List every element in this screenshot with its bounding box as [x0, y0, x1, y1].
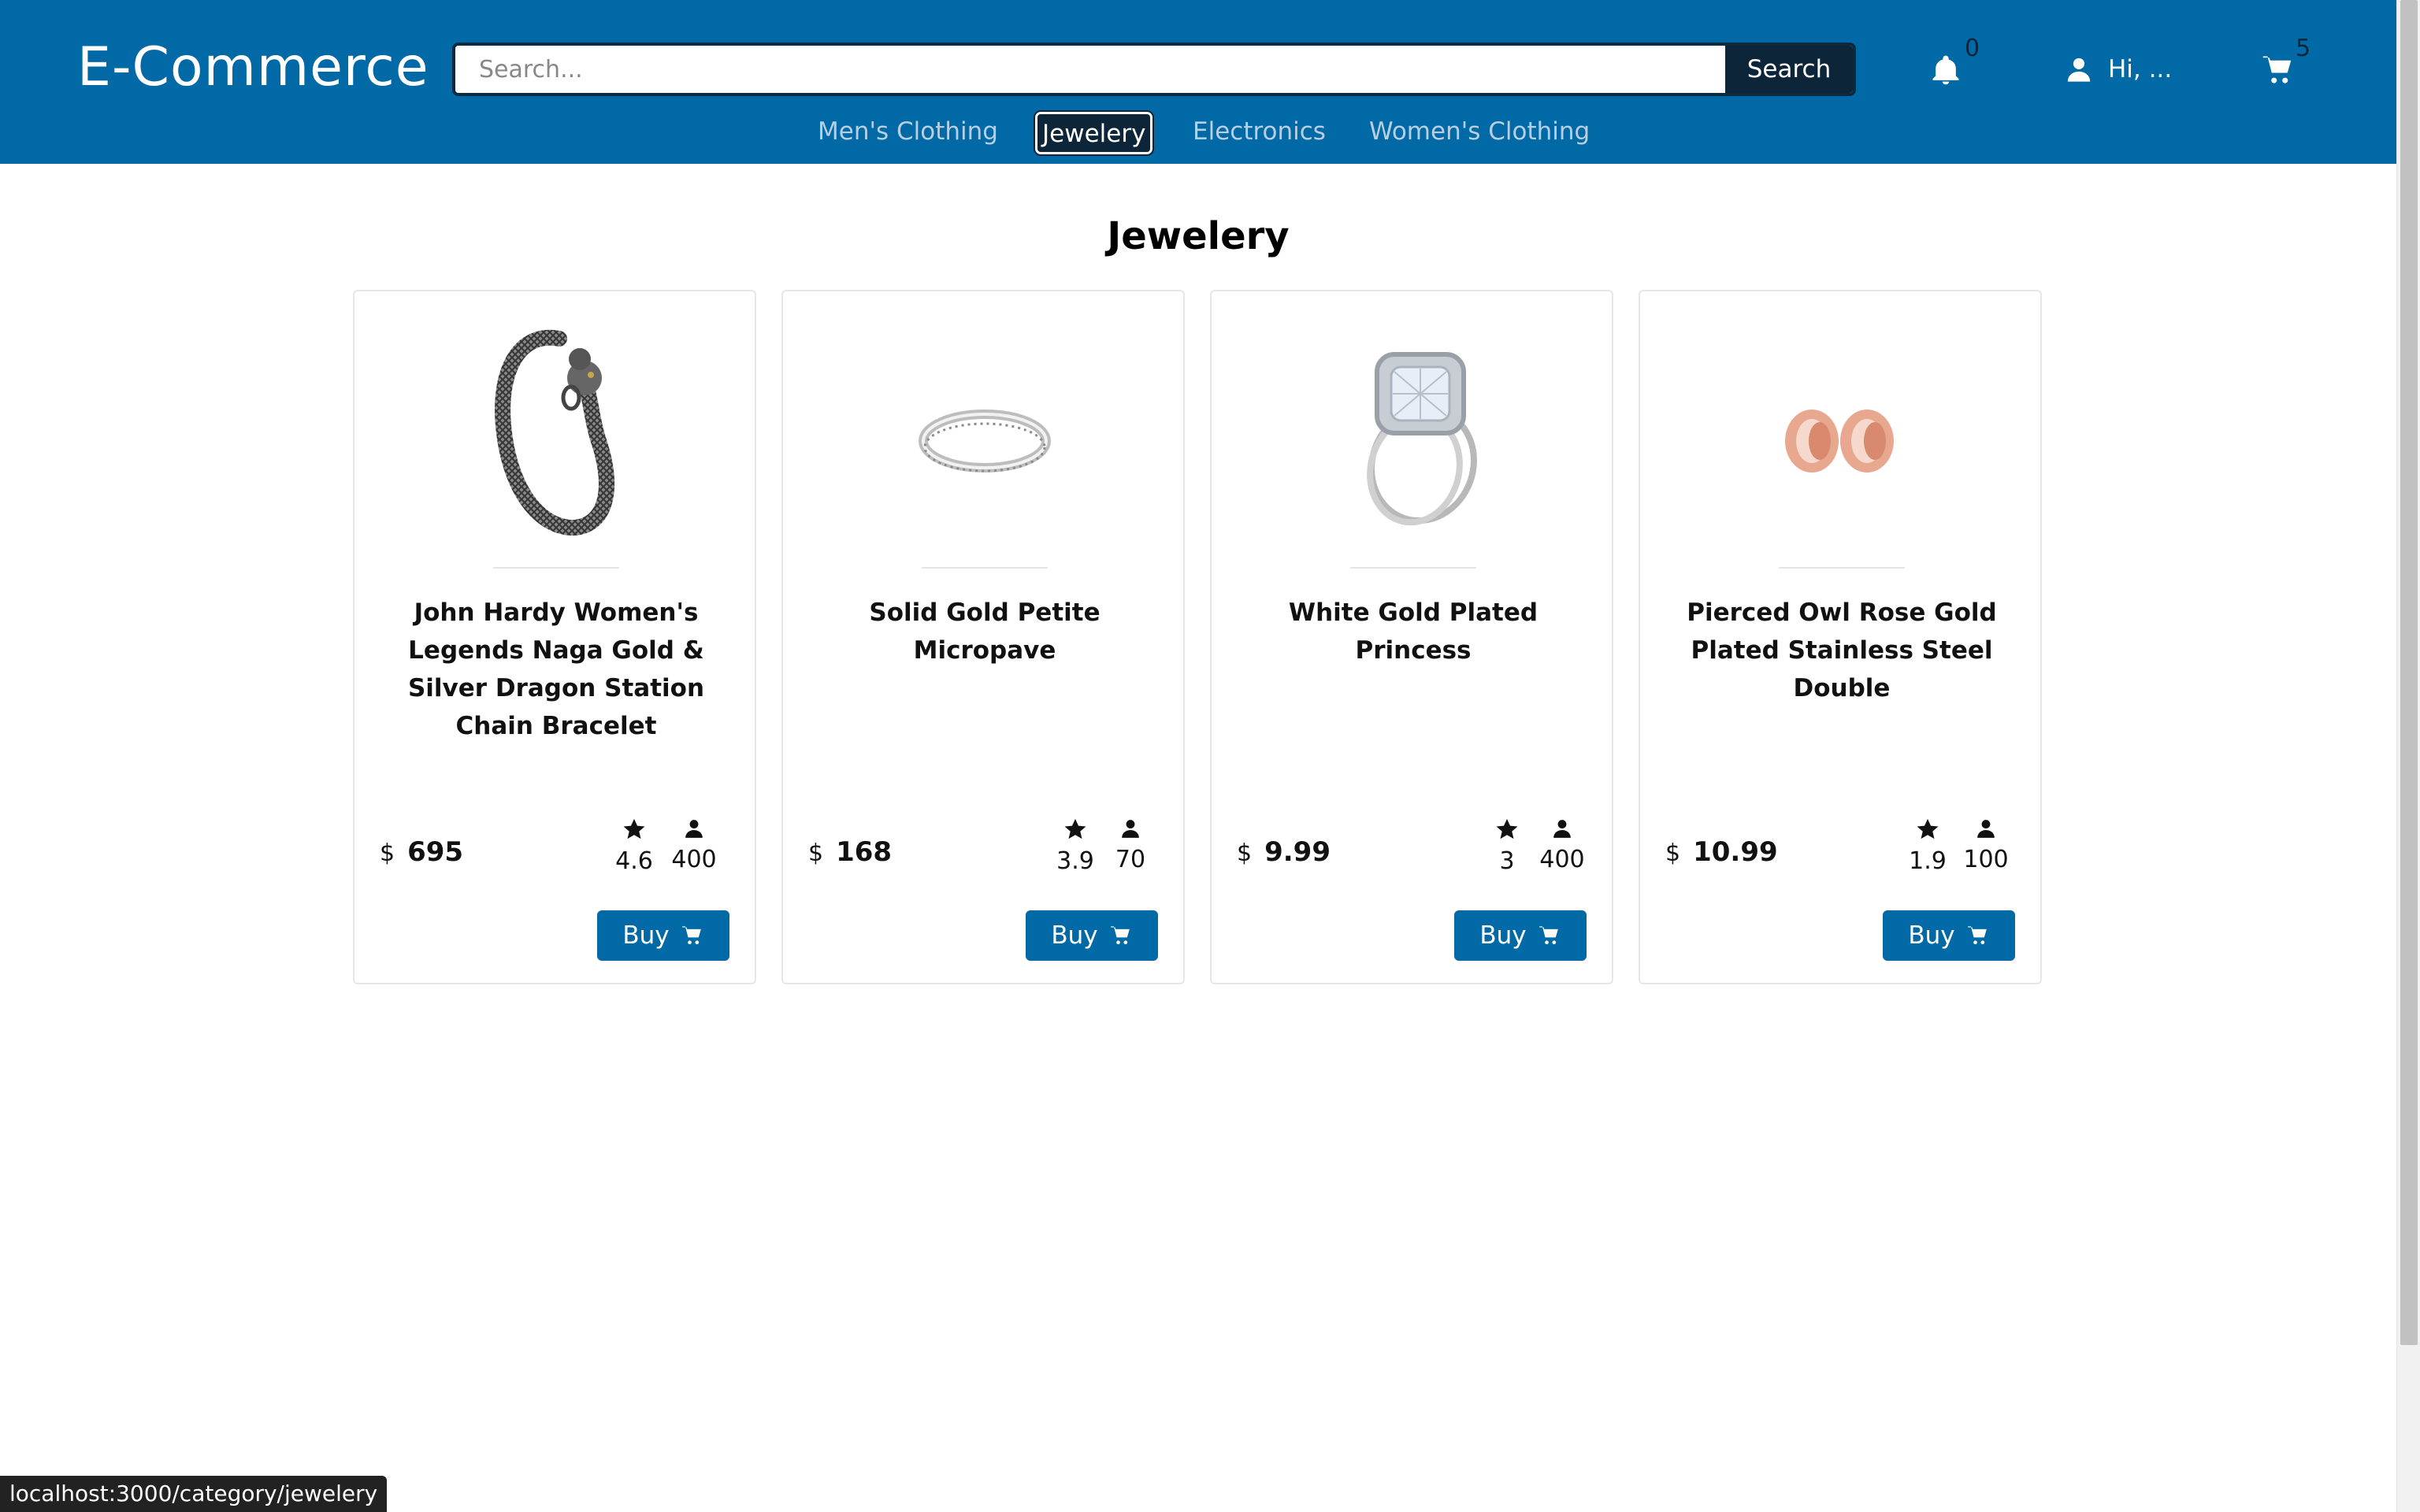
rating-value: 1.9 — [1909, 847, 1947, 875]
buy-label: Buy — [622, 921, 670, 950]
buy-label: Buy — [1479, 921, 1527, 950]
nav-electronics[interactable]: Electronics — [1193, 112, 1326, 154]
product-card[interactable]: John Hardy Women's Legends Naga Gold & S… — [353, 290, 756, 984]
user-icon — [1553, 820, 1571, 838]
page-title: Jewelery — [1107, 214, 1290, 258]
rating-stat: 3 — [1479, 817, 1535, 875]
review-count: 400 — [1539, 846, 1585, 873]
search-input[interactable] — [455, 46, 1725, 93]
rating-stat: 4.6 — [607, 817, 662, 875]
card-divider — [922, 567, 1048, 569]
product-title[interactable]: Pierced Owl Rose Gold Plated Stainless S… — [1664, 594, 2020, 707]
scrollbar-thumb[interactable] — [2400, 0, 2418, 1345]
star-icon — [623, 818, 645, 839]
review-count: 70 — [1115, 846, 1146, 873]
rating-stat: 3.9 — [1048, 817, 1103, 875]
nav-womens-clothing[interactable]: Women's Clothing — [1369, 112, 1590, 154]
currency-symbol: $ — [1237, 839, 1253, 867]
rating-value: 4.6 — [615, 847, 653, 875]
product-price: $695 — [380, 836, 463, 868]
product-card[interactable]: Solid Gold Petite Micropave $168 3.9 70 … — [781, 290, 1185, 984]
product-image[interactable] — [1322, 323, 1505, 536]
rating-value: 3.9 — [1056, 847, 1094, 875]
notification-count: 0 — [1965, 35, 1980, 62]
user-icon — [685, 820, 703, 838]
currency-symbol: $ — [808, 839, 824, 867]
user-greeting[interactable]: Hi, ... — [2108, 55, 2172, 83]
cart-icon — [1110, 926, 1130, 945]
buy-button[interactable]: Buy — [1026, 910, 1158, 961]
product-price: $10.99 — [1665, 836, 1778, 868]
review-count-stat: 100 — [1958, 817, 2014, 873]
buy-button[interactable]: Buy — [597, 910, 729, 961]
review-count-stat: 400 — [1535, 817, 1590, 873]
product-image[interactable] — [893, 323, 1076, 536]
search-bar: Search — [452, 43, 1856, 96]
review-count: 100 — [1963, 846, 2009, 873]
star-icon — [1496, 818, 1518, 839]
price-value: 168 — [836, 836, 893, 868]
product-image[interactable] — [465, 323, 648, 536]
currency-symbol: $ — [1665, 839, 1681, 867]
page-scrollbar[interactable] — [2396, 0, 2420, 1512]
top-header: E-Commerce Search 0 Hi, ... 5 Men's Clot… — [0, 0, 2396, 164]
card-divider — [1350, 567, 1476, 569]
review-count-stat: 400 — [666, 817, 722, 873]
cart-icon — [1538, 926, 1558, 945]
user-icon — [1122, 820, 1139, 838]
cart-count: 5 — [2296, 35, 2311, 62]
product-price: $168 — [808, 836, 892, 868]
cart-icon — [681, 926, 701, 945]
currency-symbol: $ — [380, 839, 395, 867]
bell-icon[interactable] — [1928, 52, 1963, 88]
user-icon[interactable] — [2066, 55, 2092, 83]
rating-value: 3 — [1499, 847, 1515, 875]
review-count-stat: 70 — [1103, 817, 1158, 873]
category-nav: Men's Clothing Jewelery Electronics Wome… — [0, 110, 2396, 156]
review-count: 400 — [671, 846, 717, 873]
user-icon — [1977, 820, 1995, 838]
cart-icon — [1967, 926, 1987, 945]
buy-button[interactable]: Buy — [1454, 910, 1587, 961]
buy-label: Buy — [1051, 921, 1098, 950]
link-status-bar: localhost:3000/category/jewelery — [0, 1476, 388, 1512]
star-icon — [1064, 818, 1086, 839]
rating-stat: 1.9 — [1900, 817, 1955, 875]
star-icon — [1917, 818, 1939, 839]
product-card[interactable]: Pierced Owl Rose Gold Plated Stainless S… — [1639, 290, 2042, 984]
product-title[interactable]: John Hardy Women's Legends Naga Gold & S… — [378, 594, 734, 745]
buy-label: Buy — [1908, 921, 1955, 950]
buy-button[interactable]: Buy — [1883, 910, 2015, 961]
site-logo[interactable]: E-Commerce — [77, 36, 429, 98]
product-title[interactable]: Solid Gold Petite Micropave — [807, 594, 1163, 669]
product-card[interactable]: White Gold Plated Princess $9.99 3 400 B… — [1210, 290, 1613, 984]
price-value: 9.99 — [1264, 836, 1331, 868]
price-value: 10.99 — [1693, 836, 1778, 868]
product-title[interactable]: White Gold Plated Princess — [1235, 594, 1591, 669]
product-price: $9.99 — [1237, 836, 1331, 868]
price-value: 695 — [407, 836, 464, 868]
card-divider — [493, 567, 619, 569]
card-divider — [1779, 567, 1905, 569]
nav-jewelery[interactable]: Jewelery — [1033, 110, 1155, 156]
nav-mens-clothing[interactable]: Men's Clothing — [818, 112, 998, 154]
product-image[interactable] — [1750, 323, 1933, 536]
search-button[interactable]: Search — [1725, 46, 1853, 93]
cart-icon[interactable] — [2261, 54, 2296, 87]
